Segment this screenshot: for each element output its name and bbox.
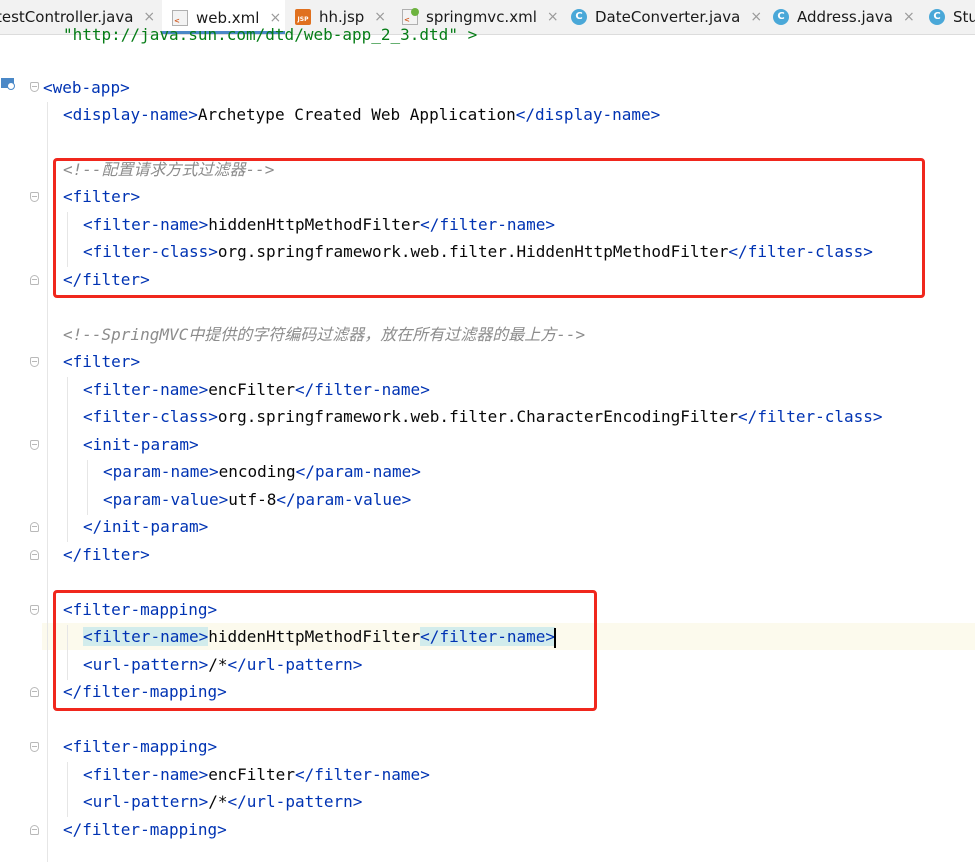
code-line: <url-pattern>/*</url-pattern> — [83, 792, 363, 811]
fold-end-icon[interactable] — [30, 825, 39, 835]
code-line: <display-name>Archetype Created Web Appl… — [63, 105, 661, 124]
code-editor[interactable]: "http://java.sun.com/dtd/web-app_2_3.dtd… — [0, 25, 975, 862]
tab-address[interactable]: C Address.java × — [773, 0, 915, 34]
code-line: <param-name>encoding</param-name> — [103, 462, 421, 481]
indent-guide — [87, 460, 88, 515]
tab-stu[interactable]: C Stu — [929, 0, 975, 34]
tab-label: Address.java — [797, 8, 893, 26]
tab-label: Stu — [953, 8, 975, 26]
indent-guide — [67, 377, 68, 542]
code-line: <web-app> — [43, 78, 130, 97]
fold-end-icon[interactable] — [30, 550, 39, 560]
code-line: </init-param> — [83, 517, 209, 536]
code-line: <init-param> — [83, 435, 199, 454]
fold-start-icon[interactable] — [30, 192, 39, 202]
fold-end-icon[interactable] — [30, 687, 39, 697]
indent-guide — [67, 762, 68, 817]
close-icon[interactable]: × — [750, 9, 762, 25]
close-icon[interactable]: × — [547, 9, 559, 25]
web-app-marker-icon[interactable] — [1, 78, 15, 90]
tab-dateconverter[interactable]: C DateConverter.java × — [571, 0, 762, 34]
annotation-box-filter — [53, 158, 925, 298]
fold-start-icon[interactable] — [30, 440, 39, 450]
fold-start-icon[interactable] — [30, 605, 39, 615]
editor-gutter — [0, 35, 42, 854]
close-icon[interactable]: × — [903, 9, 915, 25]
java-class-icon: C — [571, 9, 587, 25]
java-class-icon: C — [929, 9, 945, 25]
code-line: <filter-mapping> — [63, 737, 218, 756]
java-class-icon: C — [773, 9, 789, 25]
fold-start-icon[interactable] — [30, 82, 39, 92]
code-line: <param-value>utf-8</param-value> — [103, 490, 412, 509]
code-line: <filter> — [63, 352, 141, 371]
code-line: <filter-name>encFilter</filter-name> — [83, 765, 430, 784]
annotation-box-filter-mapping — [53, 590, 597, 711]
fold-end-icon[interactable] — [30, 522, 39, 532]
code-comment: <!--SpringMVC中提供的字符编码过滤器，放在所有过滤器的最上方--> — [63, 325, 586, 344]
fold-start-icon[interactable] — [30, 742, 39, 752]
code-line: <filter-name>encFilter</filter-name> — [83, 380, 430, 399]
tab-label: DateConverter.java — [595, 8, 741, 26]
code-line: </filter-mapping> — [63, 820, 227, 839]
indent-guide — [47, 102, 48, 862]
fold-end-icon[interactable] — [30, 275, 39, 285]
fold-start-icon[interactable] — [30, 357, 39, 367]
code-line-doctype: "http://java.sun.com/dtd/web-app_2_3.dtd… — [63, 25, 478, 44]
code-line: <filter-class>org.springframework.web.fi… — [83, 407, 883, 426]
code-line: </filter> — [63, 545, 150, 564]
